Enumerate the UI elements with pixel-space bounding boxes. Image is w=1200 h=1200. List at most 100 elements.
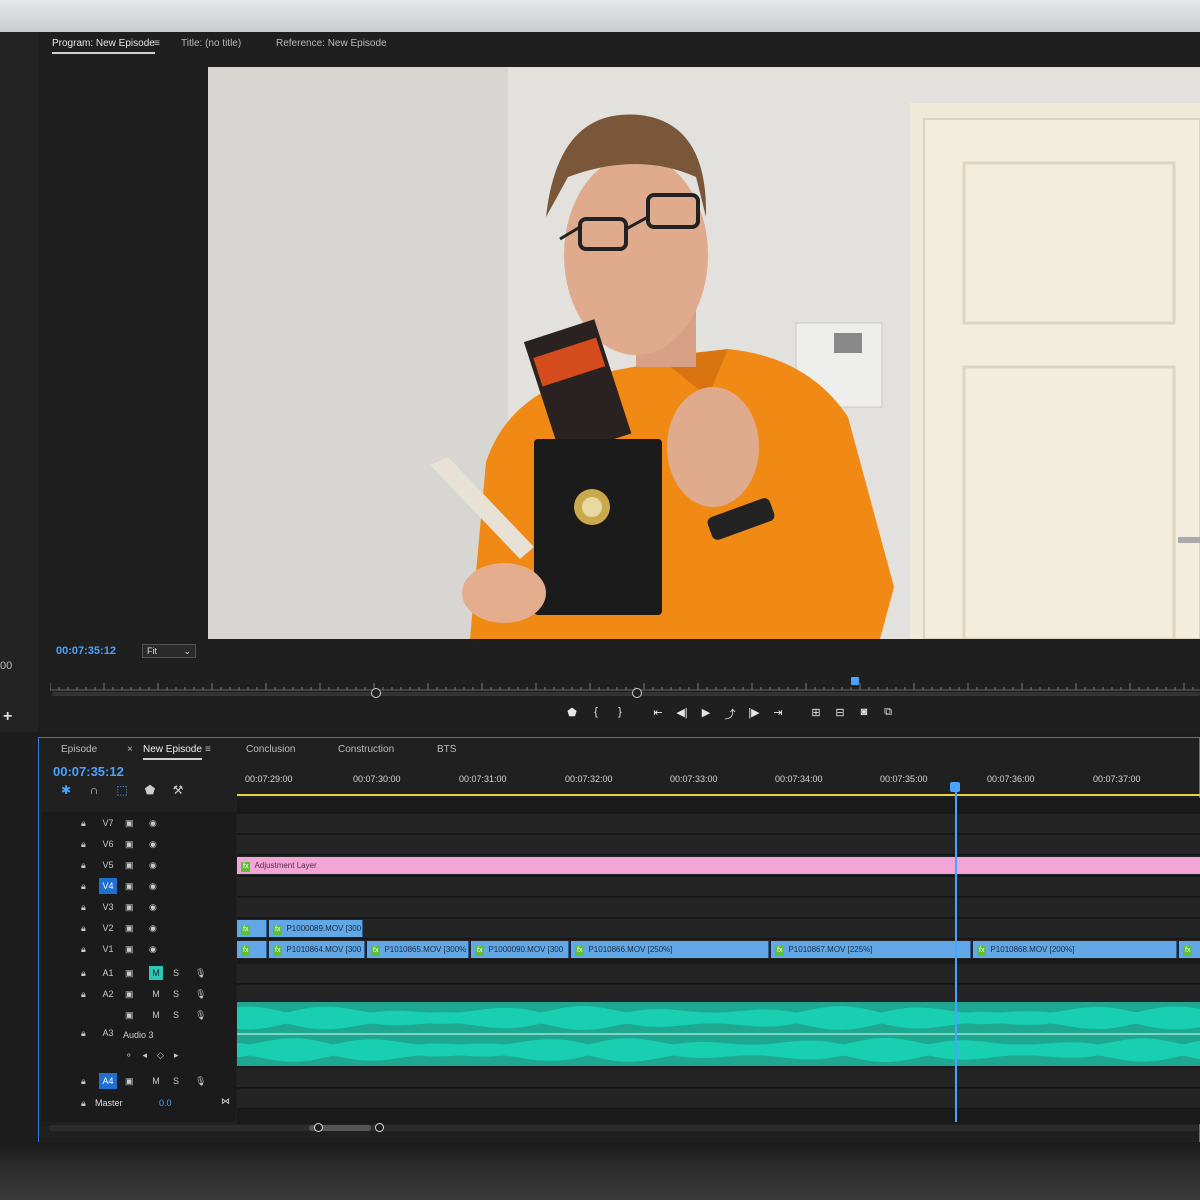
add-marker-icon[interactable]: ⬟ <box>141 783 159 797</box>
tab-conclusion[interactable]: Conclusion <box>246 744 295 755</box>
lane-v6[interactable] <box>237 835 1200 855</box>
track-label[interactable]: A4 <box>99 1073 117 1089</box>
tab-construction[interactable]: Construction <box>338 744 394 755</box>
lock-icon[interactable]: 🔒︎ <box>81 1076 86 1087</box>
track-label[interactable]: V4 <box>99 878 117 894</box>
video-clip[interactable]: fx <box>237 941 267 958</box>
microphone-icon[interactable]: 🎙︎ <box>195 1010 206 1021</box>
video-clip[interactable]: fx P1010868.MOV [200%] <box>973 941 1177 958</box>
video-clip[interactable]: fx P1010866.MOV [250%] <box>571 941 769 958</box>
go-to-in-icon[interactable]: ⇤ <box>646 706 670 724</box>
timeline-zoom-handle-left[interactable] <box>314 1123 323 1132</box>
lock-icon[interactable]: 🔒︎ <box>81 881 86 892</box>
sync-lock-icon[interactable]: ▣ <box>125 839 134 850</box>
tab-menu-icon[interactable]: ≡ <box>154 38 160 49</box>
play-icon[interactable]: ▶ <box>694 706 718 724</box>
timeline-ruler[interactable]: 00:07:29:00 00:07:30:00 00:07:31:00 00:0… <box>237 768 1200 794</box>
track-label[interactable]: V7 <box>99 815 117 831</box>
step-back-icon[interactable]: ◀| <box>670 706 694 724</box>
solo-button[interactable]: S <box>173 989 179 999</box>
mute-button[interactable]: M <box>149 987 163 1001</box>
video-clip[interactable]: fx P1000090.MOV [300 <box>471 941 569 958</box>
mark-in-icon[interactable]: { <box>584 706 608 724</box>
track-label[interactable]: V1 <box>99 941 117 957</box>
sync-lock-icon[interactable]: ▣ <box>125 944 134 955</box>
mute-button[interactable]: M <box>149 1008 163 1022</box>
nest-icon[interactable]: ✱ <box>57 783 75 797</box>
lane-v3[interactable] <box>237 898 1200 918</box>
tab-bts[interactable]: BTS <box>437 744 456 755</box>
eye-icon[interactable]: ◉ <box>149 944 157 955</box>
master-volume[interactable]: 0.0 <box>159 1098 172 1108</box>
video-clip[interactable]: fx P1010865.MOV [300% <box>367 941 469 958</box>
lock-icon[interactable]: 🔒︎ <box>81 944 86 955</box>
track-label[interactable]: A3 <box>99 1025 117 1041</box>
timeline-timecode[interactable]: 00:07:35:12 <box>53 764 124 779</box>
lane-a4[interactable] <box>237 1068 1200 1088</box>
tab-menu-icon[interactable]: ≡ <box>205 744 211 755</box>
eye-icon[interactable]: ◉ <box>149 860 157 871</box>
lock-icon[interactable]: 🔒︎ <box>81 968 86 979</box>
track-area[interactable]: fx Adjustment Layer fx fx P1000089.MOV [30… <box>237 798 1200 1124</box>
lane-v7[interactable] <box>237 814 1200 834</box>
sync-lock-icon[interactable]: ▣ <box>125 923 134 934</box>
lock-icon[interactable]: 🔒︎ <box>81 1098 86 1109</box>
microphone-icon[interactable]: 🎙︎ <box>195 1076 206 1087</box>
timeline-scrollbar[interactable] <box>49 1125 1199 1131</box>
keyframe-nav-icon[interactable]: ⚬◂◇▸ <box>125 1050 189 1061</box>
sync-lock-icon[interactable]: ▣ <box>125 881 134 892</box>
tab-episode[interactable]: Episode <box>61 744 97 755</box>
track-label[interactable]: V5 <box>99 857 117 873</box>
timeline-zoom-handle-right[interactable] <box>375 1123 384 1132</box>
playhead-line[interactable] <box>955 784 957 1122</box>
track-label[interactable]: A1 <box>99 965 117 981</box>
playhead-marker[interactable] <box>851 677 859 685</box>
track-label[interactable]: V3 <box>99 899 117 915</box>
playhead-handle[interactable] <box>950 782 960 792</box>
sync-lock-icon[interactable]: ▣ <box>125 902 134 913</box>
eye-icon[interactable]: ◉ <box>149 902 157 913</box>
program-zoom-handle-left[interactable] <box>371 688 381 698</box>
video-clip[interactable]: fx <box>1179 941 1200 958</box>
lane-v4[interactable] <box>237 877 1200 897</box>
eye-icon[interactable]: ◉ <box>149 881 157 892</box>
lane-a1[interactable] <box>237 964 1200 984</box>
lock-icon[interactable]: 🔒︎ <box>81 860 86 871</box>
sync-lock-icon[interactable]: ▣ <box>125 1076 134 1087</box>
track-label[interactable]: V6 <box>99 836 117 852</box>
step-forward-icon[interactable]: |▶ <box>742 706 766 724</box>
eye-icon[interactable]: ◉ <box>149 923 157 934</box>
lock-icon[interactable]: 🔒︎ <box>81 839 86 850</box>
zoom-fit-select[interactable]: Fit ⌄ <box>142 644 196 658</box>
video-clip[interactable]: fx P1010864.MOV [300 <box>269 941 365 958</box>
eye-icon[interactable]: ◉ <box>149 839 157 850</box>
solo-button[interactable]: S <box>173 968 179 978</box>
go-to-out-icon[interactable]: ⇥ <box>766 706 790 724</box>
extract-icon[interactable]: ⊟ <box>828 706 852 724</box>
solo-button[interactable]: S <box>173 1076 179 1086</box>
mute-button[interactable]: M <box>149 966 163 980</box>
lock-icon[interactable]: 🔒︎ <box>81 902 86 913</box>
microphone-icon[interactable]: 🎙︎ <box>195 968 206 979</box>
lane-v1[interactable]: fx fx P1010864.MOV [300 fx P1010865.MOV [3… <box>237 940 1200 960</box>
program-zoom-scrollbar[interactable] <box>52 692 1200 696</box>
lift-icon[interactable]: ⊞ <box>804 706 828 724</box>
sync-lock-icon[interactable]: ▣ <box>125 989 134 1000</box>
wrench-icon[interactable]: ⚒ <box>169 783 187 797</box>
lane-v5[interactable]: fx Adjustment Layer <box>237 856 1200 876</box>
close-icon[interactable]: × <box>127 744 133 755</box>
sync-lock-icon[interactable]: ▣ <box>125 968 134 979</box>
tab-new-episode[interactable]: New Episode <box>143 744 202 760</box>
adjustment-layer-clip[interactable]: fx Adjustment Layer <box>237 857 1200 874</box>
lane-master[interactable] <box>237 1089 1200 1109</box>
sync-lock-icon[interactable]: ▣ <box>125 860 134 871</box>
loop-icon[interactable]: ⤴ <box>718 706 742 724</box>
eye-icon[interactable]: ◉ <box>149 818 157 829</box>
sync-lock-icon[interactable]: ▣ <box>125 818 134 829</box>
linked-selection-icon[interactable]: ⬚ <box>113 783 131 797</box>
video-clip[interactable]: fx P1010867.MOV [225%] <box>771 941 971 958</box>
audio-clip-a3[interactable] <box>237 1002 1200 1066</box>
tab-program[interactable]: Program: New Episode <box>52 38 155 54</box>
lane-v2[interactable]: fx fx P1000089.MOV [300 <box>237 919 1200 939</box>
work-area-bar[interactable] <box>237 794 1200 796</box>
